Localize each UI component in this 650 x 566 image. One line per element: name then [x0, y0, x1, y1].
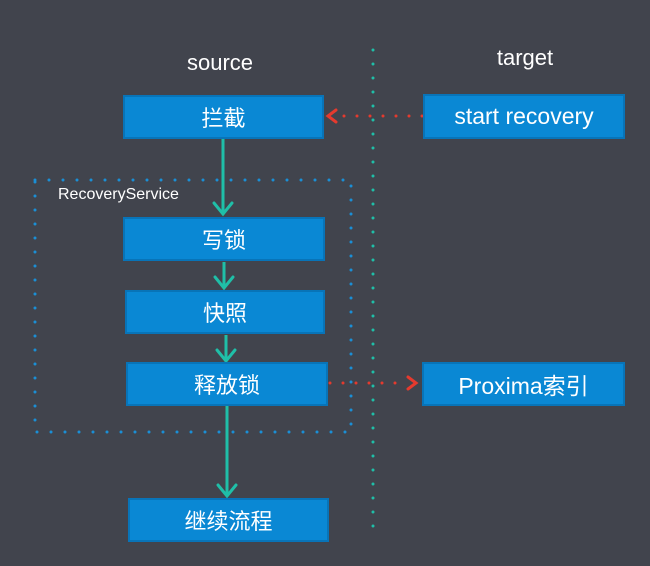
start-recovery-node: start recovery [423, 94, 625, 139]
arrow-start-recovery-to-intercept [325, 108, 424, 124]
arrow-release-lock-to-continue [216, 405, 238, 499]
continue-flow-node: 继续流程 [128, 498, 329, 542]
snapshot-node: 快照 [125, 290, 325, 334]
proxima-index-node: Proxima索引 [422, 362, 625, 406]
intercept-node: 拦截 [123, 95, 324, 139]
connectors [33, 48, 424, 530]
recovery-service-label: RecoveryService [58, 186, 179, 203]
write-lock-node: 写锁 [123, 217, 325, 261]
release-lock-node: 释放锁 [126, 362, 328, 406]
arrow-intercept-to-write-lock [212, 138, 234, 217]
arrow-snapshot-to-release-lock [215, 335, 237, 364]
arrow-write-lock-to-snapshot [213, 262, 235, 291]
